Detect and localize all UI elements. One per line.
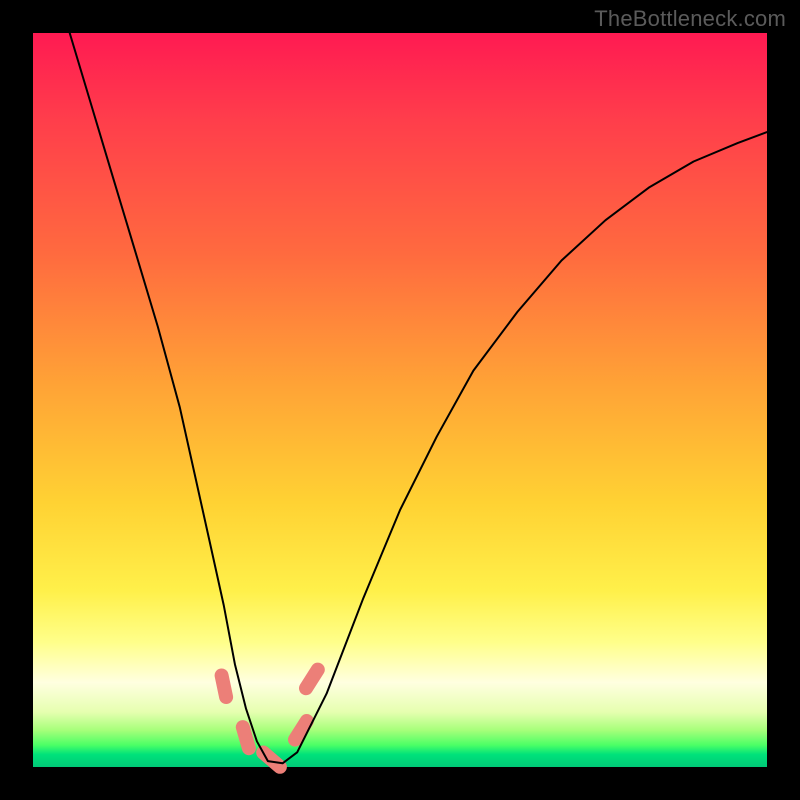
curve-layer [33,33,767,767]
watermark-text: TheBottleneck.com [594,6,786,32]
marker-pill [263,753,280,767]
chart-frame: TheBottleneck.com [0,0,800,800]
marker-pill [243,727,249,748]
bottleneck-curve [70,33,767,763]
marker-pill [306,670,318,689]
marker-pill [222,676,227,698]
plot-area [33,33,767,767]
marker-group [222,670,318,767]
